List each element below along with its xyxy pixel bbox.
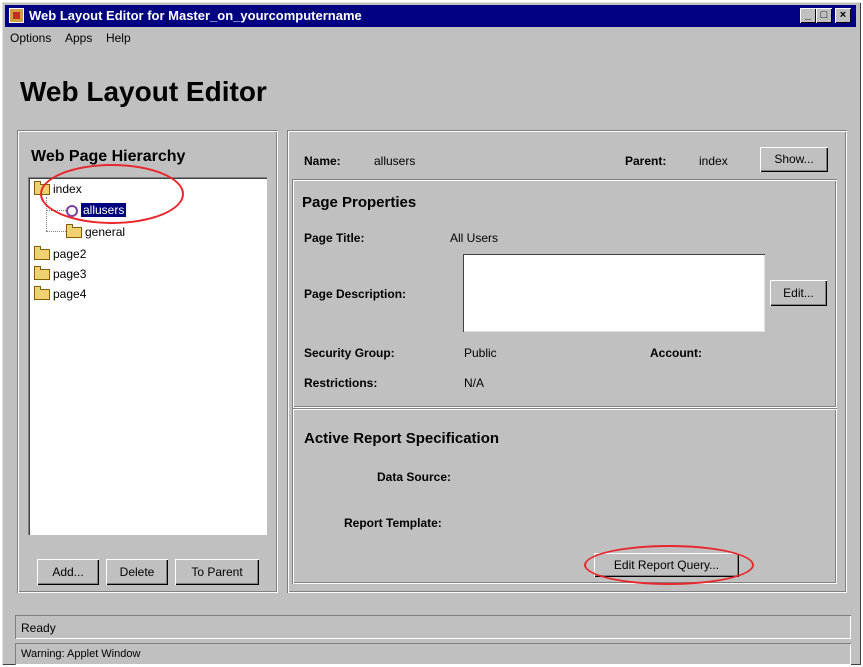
tree-node-page4[interactable]: page4 <box>34 286 87 301</box>
to-parent-button[interactable]: To Parent <box>175 559 259 585</box>
account-label: Account: <box>650 346 702 360</box>
tree-node-label: page4 <box>53 287 87 301</box>
name-label: Name: <box>304 154 341 168</box>
details-panel: Name: allusers Parent: index Show... Pag… <box>287 130 847 593</box>
security-group-value: Public <box>464 346 497 360</box>
add-button[interactable]: Add... <box>37 559 99 585</box>
report-template-label: Report Template: <box>344 516 442 530</box>
tree-node-label: page2 <box>53 247 87 261</box>
status-bar: Ready <box>15 615 851 639</box>
parent-value: index <box>699 154 728 168</box>
app-icon <box>9 8 24 23</box>
page-title-value: All Users <box>450 231 499 245</box>
tree-node-page3[interactable]: page3 <box>34 266 87 281</box>
menu-help[interactable]: Help <box>106 31 131 45</box>
open-folder-icon <box>34 286 50 301</box>
tree-node-label: general <box>85 225 126 239</box>
report-specification-section: Active Report Specification Data Source:… <box>292 408 837 585</box>
show-button[interactable]: Show... <box>760 147 828 172</box>
restrictions-value: N/A <box>464 376 485 390</box>
report-specification-title: Active Report Specification <box>304 430 500 447</box>
hierarchy-tree[interactable]: index allusers general page2 page3 page4 <box>28 177 267 535</box>
delete-button[interactable]: Delete <box>106 559 168 585</box>
highlight-circle <box>584 545 754 585</box>
applet-window: Web Layout Editor for Master_on_yourcomp… <box>2 2 861 665</box>
menu-bar: Options Apps Help <box>10 30 141 48</box>
menu-apps[interactable]: Apps <box>65 31 92 45</box>
tree-node-general[interactable]: general <box>66 224 126 239</box>
security-group-label: Security Group: <box>304 346 395 360</box>
hierarchy-panel: Web Page Hierarchy index allusers genera… <box>17 130 278 593</box>
window-title: Web Layout Editor for Master_on_yourcomp… <box>29 8 362 23</box>
highlight-circle <box>40 164 184 224</box>
tree-connector <box>46 231 66 233</box>
close-icon[interactable]: × <box>835 8 851 23</box>
tree-node-page2[interactable]: page2 <box>34 246 87 261</box>
page-properties-section: Page Properties Page Title: All Users Pa… <box>292 179 837 408</box>
page-description-field[interactable] <box>463 254 765 332</box>
minimize-icon[interactable]: _ <box>800 8 816 23</box>
page-properties-title: Page Properties <box>302 194 417 211</box>
open-folder-icon <box>34 246 50 261</box>
page-title: Web Layout Editor <box>20 76 267 107</box>
tree-node-label: page3 <box>53 267 87 281</box>
data-source-label: Data Source: <box>377 470 452 484</box>
edit-description-button[interactable]: Edit... <box>770 280 827 306</box>
restrictions-label: Restrictions: <box>304 376 378 390</box>
title-bar[interactable]: Web Layout Editor for Master_on_yourcomp… <box>5 5 856 27</box>
applet-warning-bar: Warning: Applet Window <box>15 643 851 665</box>
page-description-label: Page Description: <box>304 287 407 301</box>
folder-icon <box>66 224 82 239</box>
maximize-icon[interactable]: □ <box>816 8 832 23</box>
parent-label: Parent: <box>625 154 667 168</box>
name-value: allusers <box>374 154 416 168</box>
menu-options[interactable]: Options <box>10 31 51 45</box>
open-folder-icon <box>34 266 50 281</box>
page-title-label: Page Title: <box>304 231 365 245</box>
